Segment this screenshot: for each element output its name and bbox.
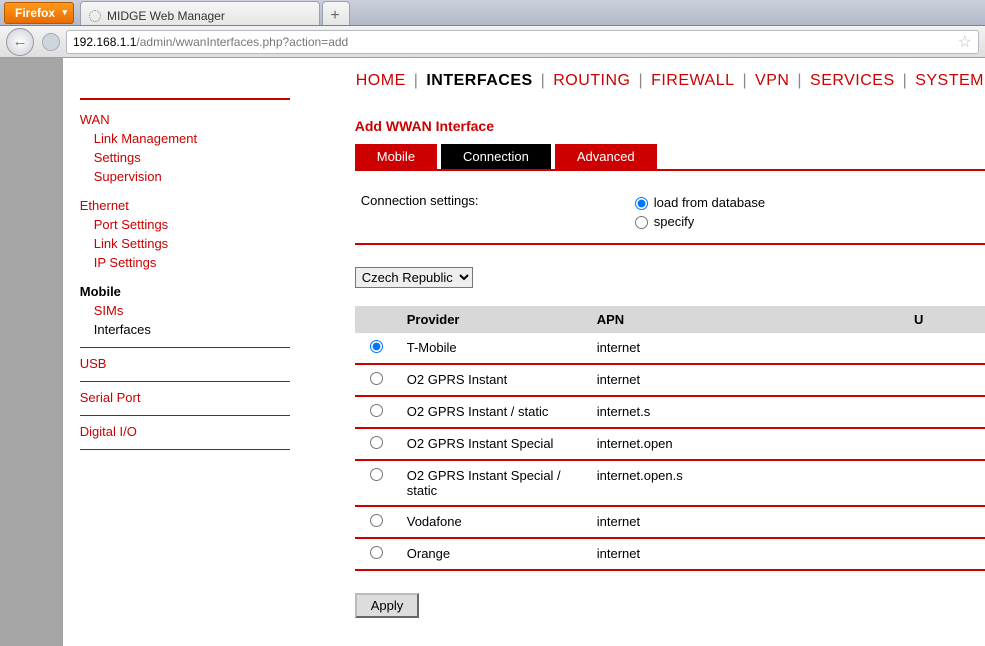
loading-icon — [89, 10, 101, 22]
top-nav: HOME | INTERFACES | ROUTING | FIREWALL |… — [355, 72, 985, 90]
nav-routing[interactable]: ROUTING — [553, 72, 630, 89]
back-button[interactable]: ← — [6, 28, 34, 56]
table-row: O2 GPRS Instantinternet — [355, 364, 985, 396]
provider-radio[interactable] — [370, 340, 383, 353]
provider-name: O2 GPRS Instant Special — [399, 428, 589, 460]
provider-apn: internet — [589, 506, 906, 538]
config-tabs: Mobile Connection Advanced — [355, 144, 985, 169]
apply-button[interactable]: Apply — [355, 593, 420, 618]
provider-user — [906, 333, 985, 364]
th-user: U — [906, 306, 985, 333]
nav-sep: | — [742, 72, 747, 89]
sidebar-item-supervision[interactable]: Supervision — [80, 167, 290, 186]
th-radio — [355, 306, 399, 333]
page-margin — [63, 58, 80, 646]
provider-user — [906, 396, 985, 428]
browser-tab[interactable]: MIDGE Web Manager — [80, 1, 320, 25]
background-gutter — [0, 58, 63, 646]
provider-name: T-Mobile — [399, 333, 589, 364]
nav-sep: | — [414, 72, 419, 89]
provider-apn: internet — [589, 364, 906, 396]
th-apn: APN — [589, 306, 906, 333]
tab-mobile[interactable]: Mobile — [355, 144, 437, 169]
provider-radio[interactable] — [370, 546, 383, 559]
provider-radio[interactable] — [370, 404, 383, 417]
th-provider: Provider — [399, 306, 589, 333]
nav-vpn[interactable]: VPN — [755, 72, 789, 89]
sidebar-item-link-settings[interactable]: Link Settings — [80, 234, 290, 253]
table-row: O2 GPRS Instant Special / staticinternet… — [355, 460, 985, 506]
provider-user — [906, 428, 985, 460]
bookmark-star-icon[interactable]: ☆ — [958, 32, 972, 52]
sidebar-item-link-management[interactable]: Link Management — [80, 129, 290, 148]
url-path: /admin/wwanInterfaces.php?action=add — [136, 35, 348, 49]
tab-connection[interactable]: Connection — [441, 144, 551, 169]
nav-system[interactable]: SYSTEM — [915, 72, 984, 89]
provider-name: O2 GPRS Instant / static — [399, 396, 589, 428]
arrow-left-icon: ← — [13, 33, 28, 50]
nav-sep: | — [903, 72, 908, 89]
provider-radio[interactable] — [370, 372, 383, 385]
connection-settings-label: Connection settings: — [355, 193, 635, 208]
provider-name: O2 GPRS Instant Special / static — [399, 460, 589, 506]
nav-services[interactable]: SERVICES — [810, 72, 895, 89]
provider-user — [906, 460, 985, 506]
provider-name: Orange — [399, 538, 589, 570]
provider-user — [906, 364, 985, 396]
opt-load-from-database[interactable]: load from database — [635, 193, 765, 212]
sidebar-item-interfaces[interactable]: Interfaces — [80, 320, 290, 339]
sidebar-cat-serial[interactable]: Serial Port — [80, 388, 290, 407]
provider-apn: internet — [589, 333, 906, 364]
sidebar-cat-digital-io[interactable]: Digital I/O — [80, 422, 290, 441]
provider-user — [906, 506, 985, 538]
sidebar-cat-wan[interactable]: WAN — [80, 110, 290, 129]
radio-specify[interactable] — [635, 216, 648, 229]
nav-firewall[interactable]: FIREWALL — [651, 72, 734, 89]
provider-name: O2 GPRS Instant — [399, 364, 589, 396]
tab-title: MIDGE Web Manager — [107, 9, 225, 23]
country-select[interactable]: Czech Republic — [355, 267, 473, 288]
provider-apn: internet.open.s — [589, 460, 906, 506]
provider-radio[interactable] — [370, 514, 383, 527]
sidebar-cat-usb[interactable]: USB — [80, 354, 290, 373]
table-row: O2 GPRS Instant / staticinternet.s — [355, 396, 985, 428]
sidebar-item-settings[interactable]: Settings — [80, 148, 290, 167]
address-bar[interactable]: 192.168.1.1/admin/wwanInterfaces.php?act… — [66, 30, 979, 54]
provider-radio[interactable] — [370, 468, 383, 481]
site-identity-icon[interactable] — [42, 33, 60, 51]
tab-advanced[interactable]: Advanced — [555, 144, 657, 169]
sidebar-nav: WAN Link Management Settings Supervision… — [80, 58, 290, 449]
table-row: T-Mobileinternet — [355, 333, 985, 364]
provider-apn: internet — [589, 538, 906, 570]
table-row: Vodafoneinternet — [355, 506, 985, 538]
radio-load-database[interactable] — [635, 197, 648, 210]
opt-specify[interactable]: specify — [635, 212, 765, 231]
page-title: Add WWAN Interface — [355, 118, 985, 134]
url-host: 192.168.1.1 — [73, 35, 136, 49]
sidebar-item-ip-settings[interactable]: IP Settings — [80, 253, 290, 272]
sidebar-cat-mobile[interactable]: Mobile — [80, 282, 290, 301]
sidebar-item-port-settings[interactable]: Port Settings — [80, 215, 290, 234]
new-tab-button[interactable]: + — [322, 1, 350, 25]
table-row: O2 GPRS Instant Specialinternet.open — [355, 428, 985, 460]
sidebar-item-sims[interactable]: SIMs — [80, 301, 290, 320]
provider-name: Vodafone — [399, 506, 589, 538]
provider-table: Provider APN U T-MobileinternetO2 GPRS I… — [355, 306, 985, 571]
provider-apn: internet.s — [589, 396, 906, 428]
sidebar-cat-ethernet[interactable]: Ethernet — [80, 196, 290, 215]
nav-sep: | — [541, 72, 546, 89]
nav-sep: | — [638, 72, 643, 89]
nav-interfaces[interactable]: INTERFACES — [426, 72, 532, 89]
table-row: Orangeinternet — [355, 538, 985, 570]
firefox-menu-button[interactable]: Firefox — [4, 2, 74, 24]
provider-apn: internet.open — [589, 428, 906, 460]
nav-sep: | — [797, 72, 802, 89]
nav-home[interactable]: HOME — [356, 72, 406, 89]
provider-user — [906, 538, 985, 570]
provider-radio[interactable] — [370, 436, 383, 449]
